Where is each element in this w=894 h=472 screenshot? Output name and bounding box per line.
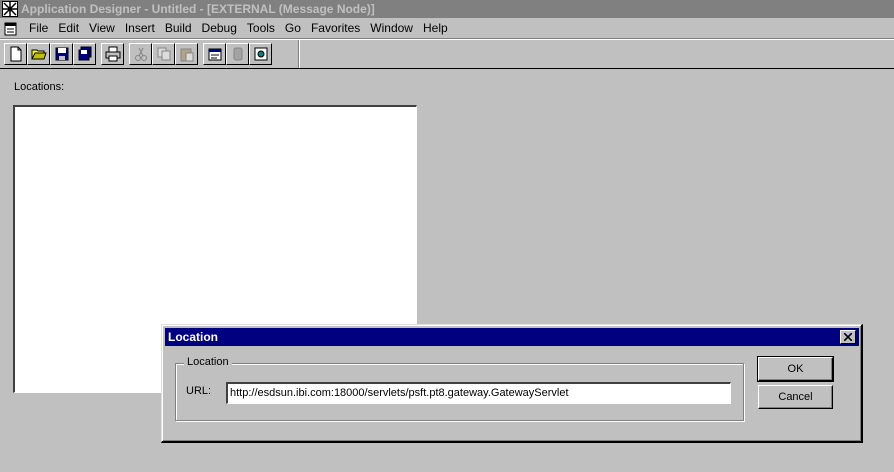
save-all-button[interactable] (73, 43, 96, 65)
menubar: File Edit View Insert Build Debug Tools … (0, 18, 894, 38)
url-input[interactable]: http://esdsun.ibi.com:18000/servlets/psf… (226, 382, 731, 404)
url-label: URL: (186, 385, 212, 397)
toolbar (4, 41, 277, 67)
copy-button[interactable] (152, 43, 175, 65)
cancel-button[interactable]: Cancel (758, 385, 833, 409)
project-button[interactable] (226, 43, 249, 65)
menu-edit[interactable]: Edit (53, 21, 84, 35)
locations-label: Locations: (14, 81, 65, 93)
project-icon (233, 47, 242, 61)
menu-go[interactable]: Go (280, 21, 306, 35)
window-title: Application Designer - Untitled - [EXTER… (21, 2, 375, 16)
cut-icon (134, 47, 147, 61)
new-button[interactable] (4, 43, 27, 65)
toolbar-group-print (101, 43, 124, 65)
save-all-icon (78, 46, 91, 61)
menu-build[interactable]: Build (160, 21, 197, 35)
menu-window[interactable]: Window (365, 21, 418, 35)
dialog-titlebar[interactable]: Location (165, 328, 859, 346)
print-icon (105, 46, 120, 62)
close-icon (844, 333, 852, 341)
print-button[interactable] (101, 43, 124, 65)
menu-debug[interactable]: Debug (197, 21, 242, 35)
new-document-icon (10, 46, 21, 62)
menu-insert[interactable]: Insert (120, 21, 160, 35)
paste-icon (180, 48, 193, 62)
properties-button[interactable] (203, 43, 226, 65)
location-groupbox: Location URL: http://esdsun.ibi.com:1800… (175, 356, 744, 421)
menu-tools[interactable]: Tools (242, 21, 280, 35)
location-dialog: Location Location URL: http://esdsun.ibi… (161, 324, 863, 443)
toolbar-group-project (203, 43, 272, 65)
toolbar-group-file (4, 43, 96, 65)
open-button[interactable] (27, 43, 50, 65)
dialog-title: Location (168, 330, 218, 344)
save-button[interactable] (50, 43, 73, 65)
toolbar-end-separator (298, 40, 300, 68)
toolbar-separator (0, 38, 894, 40)
menu-file[interactable]: File (24, 21, 53, 35)
menu-help[interactable]: Help (418, 21, 453, 35)
document-menu-icon[interactable] (2, 20, 20, 36)
open-folder-icon (30, 49, 47, 60)
menu-view[interactable]: View (84, 21, 120, 35)
app-designer-icon[interactable] (2, 1, 18, 17)
properties-icon (208, 48, 221, 61)
menu-favorites[interactable]: Favorites (306, 21, 365, 35)
build-icon (254, 47, 267, 61)
build-button[interactable] (249, 43, 272, 65)
groupbox-label: Location (184, 356, 232, 368)
toolbar-group-clipboard (129, 43, 198, 65)
ok-button[interactable]: OK (757, 356, 834, 382)
window-titlebar[interactable]: Application Designer - Untitled - [EXTER… (0, 0, 894, 18)
close-button[interactable] (840, 330, 856, 344)
cut-button[interactable] (129, 43, 152, 65)
copy-icon (157, 47, 170, 61)
save-icon (55, 47, 68, 61)
paste-button[interactable] (175, 43, 198, 65)
